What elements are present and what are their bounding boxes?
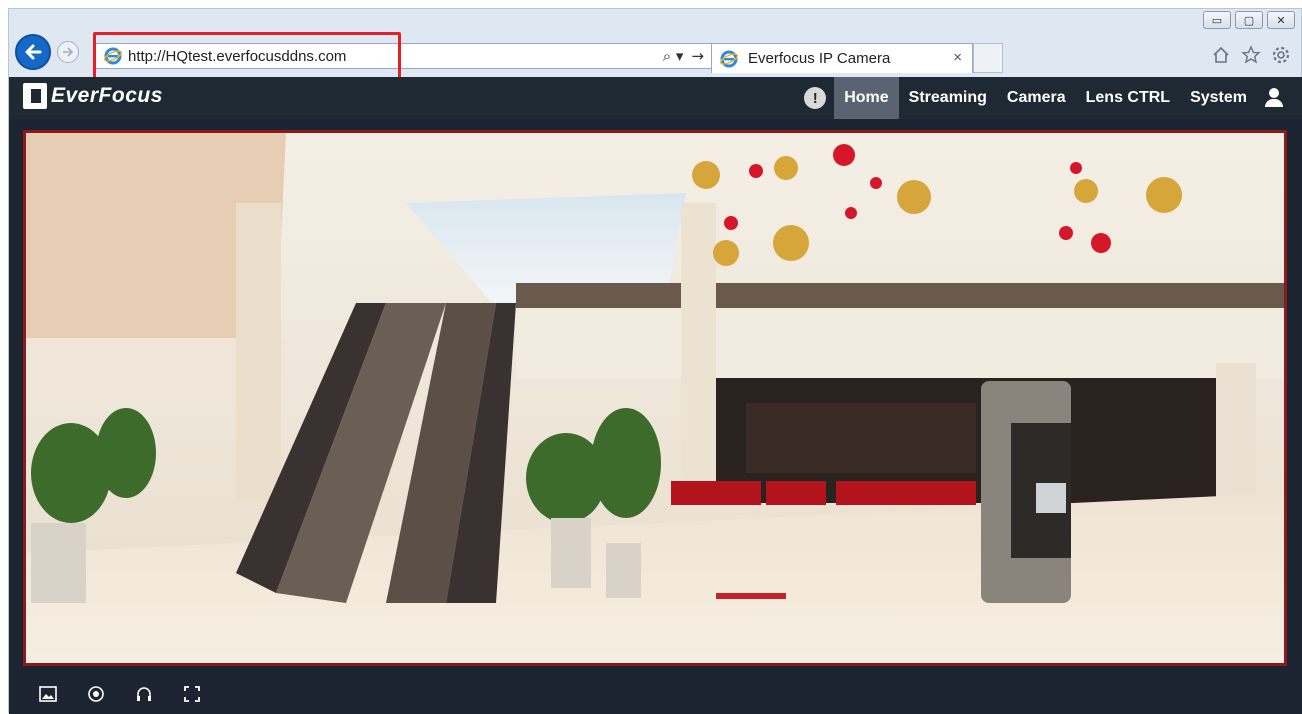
app-header: EverFocus ! Home Streaming Camera Lens C…: [9, 77, 1302, 119]
forward-button[interactable]: [57, 41, 79, 63]
home-icon[interactable]: [1211, 45, 1231, 65]
search-dropdown-icon[interactable]: ⌕ ▾: [663, 47, 684, 65]
browser-window: ▭ ▢ ✕ http://HQtest.everfocusddns.com ⌕ …: [8, 8, 1302, 714]
fullscreen-icon[interactable]: [181, 683, 203, 705]
live-video-view[interactable]: [23, 130, 1287, 666]
gear-icon[interactable]: [1271, 45, 1291, 65]
audio-icon[interactable]: [133, 683, 155, 705]
menu-lens-ctrl[interactable]: Lens CTRL: [1076, 77, 1180, 119]
logo-mark-icon: [23, 83, 47, 109]
back-arrow-icon: [25, 44, 42, 60]
menu-home[interactable]: Home: [834, 77, 899, 119]
mall-scene-image: [26, 133, 1284, 663]
tab-title: Everfocus IP Camera: [748, 50, 891, 67]
brand-name: EverFocus: [51, 84, 163, 107]
main-menu: ! Home Streaming Camera Lens CTRL System: [804, 77, 1285, 119]
video-toolbar: [9, 674, 1302, 714]
maximize-button[interactable]: ▢: [1235, 11, 1263, 29]
camera-web-app: EverFocus ! Home Streaming Camera Lens C…: [9, 77, 1302, 714]
user-icon[interactable]: [1263, 87, 1285, 109]
snapshot-icon[interactable]: [37, 683, 59, 705]
record-icon[interactable]: [85, 683, 107, 705]
forward-arrow-icon: [63, 47, 74, 57]
new-tab-button[interactable]: [973, 43, 1003, 73]
tab-ie-icon: [720, 50, 738, 67]
close-window-button[interactable]: ✕: [1267, 11, 1295, 29]
window-controls: ▭ ▢ ✕: [1203, 11, 1295, 29]
star-icon[interactable]: [1241, 45, 1261, 65]
menu-camera[interactable]: Camera: [997, 77, 1076, 119]
back-button[interactable]: [15, 34, 51, 70]
everfocus-logo: EverFocus: [23, 83, 163, 109]
menu-system[interactable]: System: [1180, 77, 1257, 119]
alert-icon[interactable]: !: [804, 87, 827, 109]
tab-close-icon[interactable]: ×: [953, 49, 962, 66]
address-tools: ⌕ ▾ →: [663, 47, 704, 65]
browser-tab[interactable]: Everfocus IP Camera ×: [711, 43, 973, 73]
menu-streaming[interactable]: Streaming: [899, 77, 997, 119]
minimize-button[interactable]: ▭: [1203, 11, 1231, 29]
browser-toolbar-icons: [1211, 45, 1291, 65]
go-arrow-icon[interactable]: →: [691, 47, 704, 65]
